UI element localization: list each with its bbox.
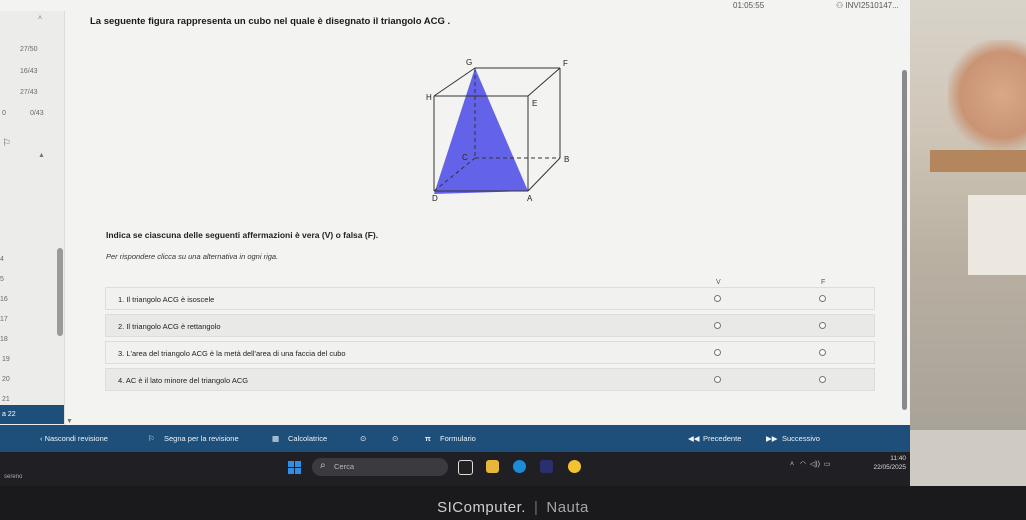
instructions-title: Indica se ciascuna delle seguenti afferm… [106,230,379,240]
search-placeholder: Cerca [334,462,355,471]
content-scrollbar[interactable] [902,70,907,410]
caret-down-icon[interactable]: ▼ [66,418,73,425]
question-number[interactable]: 16 [0,296,8,303]
screen: 01:05:55 ⚇ INVI2510147... ˄ 27/50 16/43 … [0,0,910,486]
clock-date: 22/05/2025 [873,464,906,471]
vertex-label-h: H [426,93,432,102]
user-id: ⚇ INVI2510147... [836,1,899,10]
radio-true[interactable] [714,322,721,329]
laptop-brand: SIComputer. | Nauta [437,499,589,516]
folder-app-icon[interactable] [486,460,499,473]
circle-icon[interactable]: ⊙ [392,434,398,443]
vertex-label-d: D [432,194,438,202]
question-number[interactable]: 5 [0,276,4,283]
collapse-up-icon[interactable]: ˄ [38,15,42,22]
sidebar-section-prefix: 0 [2,110,6,117]
radio-true[interactable] [714,376,721,383]
taskbar: sereno ⌕ Cerca ˄ ◠ ◁)) ▭ 11:40 22/05/202… [0,452,910,486]
formulary-button[interactable]: Formulario [440,434,476,443]
top-bar: 01:05:55 ⚇ INVI2510147... [0,0,910,11]
question-number[interactable]: 17 [0,316,8,323]
flag-review-button[interactable]: Segna per la revisione [164,434,239,443]
system-tray-icons[interactable]: ˄ ◠ ◁)) ▭ [790,460,830,468]
statement-text: 4. AC è il lato minore del triangolo ACG [118,376,249,385]
calculator-icon: ▦ [272,434,280,443]
rewind-icon: ◀◀ [688,434,700,443]
vertex-label-f: F [563,59,568,68]
radio-true[interactable] [714,349,721,356]
statement-row: 1. Il triangolo ACG è isoscele [105,287,875,310]
cube-figure: G F H E C B D A [426,58,569,202]
radio-false[interactable] [819,295,826,302]
background-wood [930,150,1026,172]
caret-up-icon[interactable]: ▲ [38,152,45,159]
statement-text: 1. Il triangolo ACG è isoscele [118,295,215,304]
clock-time: 11:40 [890,455,906,462]
sidebar-section-score[interactable]: 27/50 [20,46,38,53]
statement-text: 2. Il triangolo ACG è rettangolo [118,322,221,331]
sidebar-section-score[interactable]: 16/43 [20,68,38,75]
vertex-label-g: G [466,58,472,67]
instructions-hint: Per rispondere clicca su una alternativa… [106,252,279,261]
exam-timer: 01:05:55 [733,1,765,10]
sidebar-section-score[interactable]: 27/43 [20,89,38,96]
section-sidebar: ˄ 27/50 16/43 27/43 0 0/43 ⚐ ▲ 4 5 16 17… [0,11,73,425]
taskbar-search[interactable]: ⌕ Cerca [312,458,448,476]
vertex-label-b: B [564,155,569,164]
column-true-header: V [716,279,721,286]
forward-icon: ▶▶ [766,434,778,443]
previous-button[interactable]: Precedente [703,434,741,443]
exam-navbar: ‹ Nascondi revisione ⚐ Segna per la revi… [0,425,910,452]
calculator-button[interactable]: Calcolatrice [288,434,327,443]
question-number[interactable]: 20 [2,376,10,383]
sidebar-scrollbar[interactable] [57,248,63,336]
vertex-label-e: E [532,99,537,108]
edge-app-icon[interactable] [513,460,526,473]
radio-false[interactable] [819,322,826,329]
store-app-icon[interactable] [540,460,553,473]
brand-name: SIComputer. [437,499,526,516]
vertex-label-a: A [527,194,533,202]
brand-model: Nauta [546,499,589,516]
question-number[interactable]: 19 [2,356,10,363]
radio-false[interactable] [819,349,826,356]
column-false-header: F [821,279,826,286]
weather-text: sereno [4,474,23,480]
statement-text: 3. L'area del triangolo ACG è la metà de… [118,349,346,358]
circle-icon[interactable]: ⊙ [360,434,366,443]
chrome-app-icon[interactable] [568,460,581,473]
statement-row: 2. Il triangolo ACG è rettangolo [105,314,875,337]
statement-row: 4. AC è il lato minore del triangolo ACG [105,368,875,391]
flag-icon: ⚐ [148,434,155,443]
terminal-app-icon[interactable] [458,460,473,475]
radio-true[interactable] [714,295,721,302]
vertex-label-c: C [462,153,468,162]
background-box [968,195,1026,275]
statement-row: 3. L'area del triangolo ACG è la metà de… [105,341,875,364]
sidebar-active-question[interactable]: a 22 [0,405,64,424]
radio-false[interactable] [819,376,826,383]
search-icon: ⌕ [320,460,326,471]
background-hand [948,40,1026,150]
pi-icon: π [425,434,431,443]
flag-icon: ⚐ [2,138,11,149]
sidebar-section-score[interactable]: 0/43 [30,110,44,117]
question-text: La seguente figura rappresenta un cubo n… [90,16,451,27]
question-number[interactable]: 4 [0,256,4,263]
question-number[interactable]: 21 [2,396,10,403]
question-number[interactable]: 18 [0,336,8,343]
next-button[interactable]: Successivo [782,434,820,443]
hide-review-button[interactable]: ‹ Nascondi revisione [40,434,108,443]
windows-start-icon[interactable] [288,461,301,474]
